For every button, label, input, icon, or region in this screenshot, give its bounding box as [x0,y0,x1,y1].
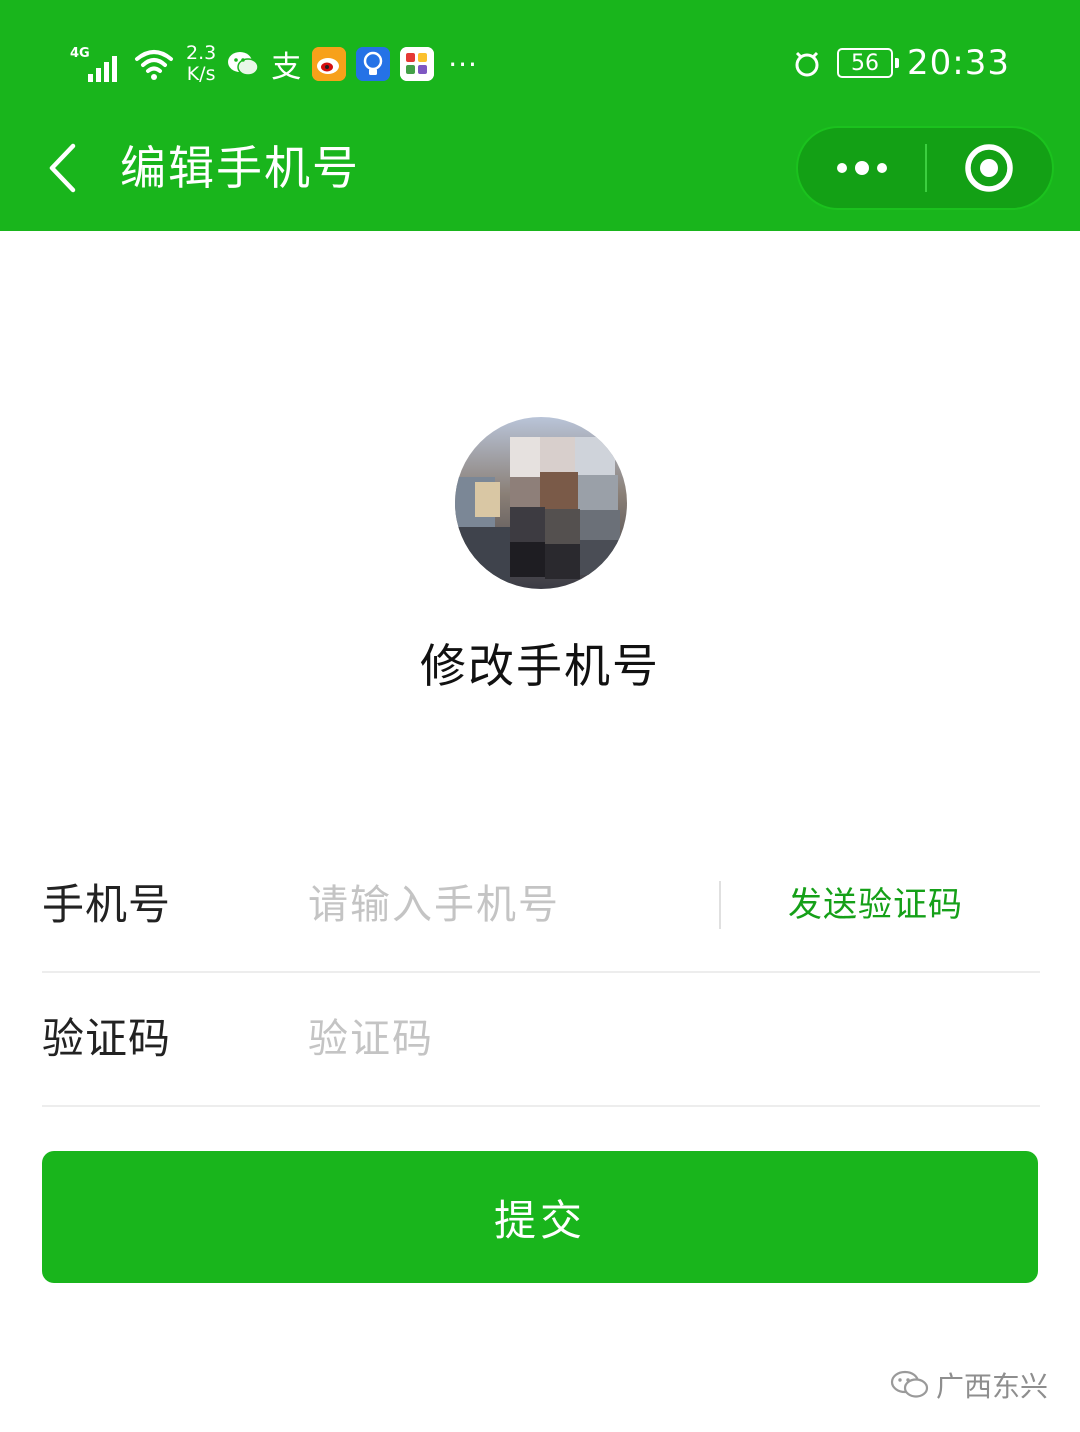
alarm-icon [795,51,819,77]
phone-row: 手机号 发送验证码 [42,837,1040,973]
alipay-icon: 支 [271,50,302,85]
more-dots-icon [836,161,887,175]
code-input[interactable] [308,1009,1008,1069]
watermark: 广西东兴 [890,1362,1048,1408]
wechat-official-icon [890,1370,929,1398]
code-label: 验证码 [42,1014,172,1063]
battery-level: 56 [851,50,880,76]
send-code-button[interactable]: 发送验证码 [788,837,963,973]
speed-unit: K/s [186,63,216,85]
signal-icon: 4G [70,46,124,82]
page-title: 编辑手机号 [120,141,360,195]
back-button[interactable] [40,138,84,198]
profile-title: 修改手机号 [420,639,660,693]
wifi-icon [135,50,173,80]
watermark-text: 广西东兴 [935,1370,1048,1403]
more-notifications-indicator: ··· [448,47,478,81]
status-right: 56 20:33 [791,38,1010,88]
status-bar: 4G 2.3 K/s 支 ··· 56 20:33 [0,0,1080,120]
chevron-left-icon [49,143,76,193]
battery-icon: 56 [837,48,900,78]
bulb-icon [356,47,391,81]
network-type: 4G [70,46,90,61]
code-row: 验证码 [42,971,1040,1107]
status-left: 4G 2.3 K/s 支 ··· [70,36,478,92]
speed-value: 2.3 [186,42,217,64]
mini-program-capsule [796,126,1054,210]
network-speed: 2.3 K/s [186,43,216,85]
avatar [455,417,627,589]
submit-button[interactable]: 提交 [42,1151,1038,1283]
wechat-icon [228,52,259,76]
nav-bar: 编辑手机号 [0,120,1080,231]
capsule-more-button[interactable] [798,128,925,208]
status-time: 20:33 [907,43,1010,83]
phone-row-divider [719,881,721,929]
phone-label: 手机号 [42,880,172,929]
target-close-icon [965,144,1014,192]
multicolor-app-icon [400,47,435,81]
header: 4G 2.3 K/s 支 ··· 56 20:33 编辑手机号 [0,0,1080,231]
phone-input[interactable] [308,875,708,935]
weibo-icon [312,47,347,81]
capsule-close-button[interactable] [927,128,1052,208]
